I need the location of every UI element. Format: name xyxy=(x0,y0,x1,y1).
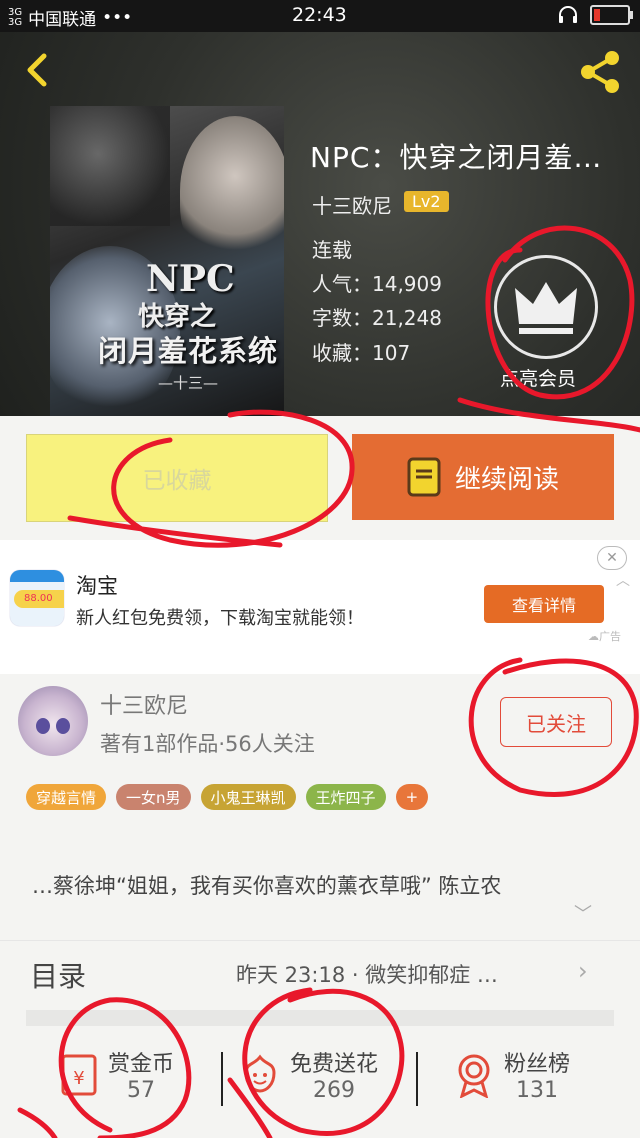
ad-app-name: 淘宝 xyxy=(76,574,118,598)
favorite-button[interactable]: 已收藏 xyxy=(26,434,328,522)
taobao-app-icon: 88.00 xyxy=(10,570,64,626)
clock: 22:43 xyxy=(292,4,347,26)
send-flowers-count: 269 xyxy=(313,1078,355,1103)
headset-icon xyxy=(559,6,577,23)
continue-reading-label: 继续阅读 xyxy=(454,464,559,495)
carrier-label: 中国联通 xyxy=(28,10,97,30)
crown-icon xyxy=(515,282,577,334)
book-icon xyxy=(407,457,441,497)
vip-label: 点亮会员 xyxy=(500,368,577,390)
tag-chip[interactable]: 一女n男 xyxy=(116,784,191,810)
ad-description: 新人红包免费领，下载淘宝就能领！ xyxy=(76,608,364,629)
flower-icon xyxy=(244,1054,276,1093)
stat-divider xyxy=(221,1052,223,1106)
toc-label: 目录 xyxy=(30,960,87,993)
ad-label: ☁广告 xyxy=(588,630,621,643)
tag-chip[interactable]: + xyxy=(395,784,429,810)
book-title: NPC：快穿之闭月羞… xyxy=(310,141,603,174)
status-dots: ••• xyxy=(102,7,133,28)
fan-ranking-label: 粉丝榜 xyxy=(504,1052,571,1077)
book-word-count: 字数：21,248 xyxy=(312,306,442,330)
author-info: 著有1部作品·56人关注 xyxy=(100,732,315,756)
tag-chip[interactable]: 王炸四子 xyxy=(305,784,386,810)
author-name[interactable]: 十三欧尼 xyxy=(100,688,188,720)
follow-button[interactable]: 已关注 xyxy=(500,697,612,747)
red-envelope-icon: ¥ xyxy=(61,1054,97,1095)
ad-close-icon[interactable]: ✕ xyxy=(597,546,627,570)
fan-ranking-button[interactable]: 粉丝榜 131 xyxy=(454,1046,570,1103)
vip-button[interactable] xyxy=(494,255,598,359)
signal-icon: 3G 3G xyxy=(8,6,23,28)
table-of-contents-row[interactable]: 目录 昨天 23:18 · 微笑抑郁症 … › xyxy=(0,940,640,1009)
book-status: 连载 xyxy=(312,238,352,262)
tag-list: 穿越言情 一女n男 小鬼王琳凯 王炸四子 + xyxy=(26,784,429,810)
ad-collapse-icon[interactable]: ︿ xyxy=(616,570,630,590)
divider xyxy=(26,1010,614,1026)
book-favorites: 收藏：107 xyxy=(312,341,411,365)
expand-chevron-icon[interactable]: ﹀ xyxy=(574,900,592,926)
book-intro[interactable]: …蔡徐坤“姐姐，我有买你喜欢的薰衣草哦” 陈立农 xyxy=(32,870,501,900)
tag-chip[interactable]: 穿越言情 xyxy=(26,784,107,810)
status-bar: 3G 3G 中国联通 ••• 22:43 xyxy=(0,0,640,32)
stat-divider xyxy=(416,1052,418,1106)
back-arrow-icon[interactable] xyxy=(18,50,58,90)
book-author[interactable]: 十三欧尼 xyxy=(312,190,392,219)
svg-text:¥: ¥ xyxy=(73,1068,84,1089)
ad-details-button[interactable]: 查看详情 xyxy=(484,585,604,623)
author-avatar[interactable] xyxy=(18,686,88,756)
reward-coins-button[interactable]: ¥ 赏金币 57 xyxy=(60,1046,174,1103)
send-flowers-button[interactable]: 免费送花 269 xyxy=(240,1046,378,1103)
continue-reading-button[interactable]: 继续阅读 xyxy=(352,434,614,520)
share-icon[interactable] xyxy=(576,48,624,96)
book-cover[interactable]: NPC 快穿之 闭月羞花系统 —十三— xyxy=(50,106,284,416)
tag-chip[interactable]: 小鬼王琳凯 xyxy=(200,784,296,810)
battery-icon xyxy=(590,5,633,25)
cover-title-line3: 闭月羞花系统 xyxy=(98,334,279,368)
chevron-right-icon: › xyxy=(578,957,588,985)
send-flowers-label: 免费送花 xyxy=(290,1052,379,1077)
medal-icon xyxy=(458,1054,490,1098)
cover-title-npc: NPC xyxy=(146,258,235,300)
level-badge: Lv2 xyxy=(404,191,449,212)
book-popularity: 人气：14,909 xyxy=(312,272,442,296)
latest-chapter: 昨天 23:18 · 微笑抑郁症 … xyxy=(236,963,498,987)
fan-ranking-count: 131 xyxy=(516,1078,558,1103)
cover-author-mark: —十三— xyxy=(158,374,219,392)
reward-coins-count: 57 xyxy=(127,1078,155,1103)
reward-coins-label: 赏金币 xyxy=(108,1052,175,1077)
cloud-icon: ☁ xyxy=(588,630,599,643)
